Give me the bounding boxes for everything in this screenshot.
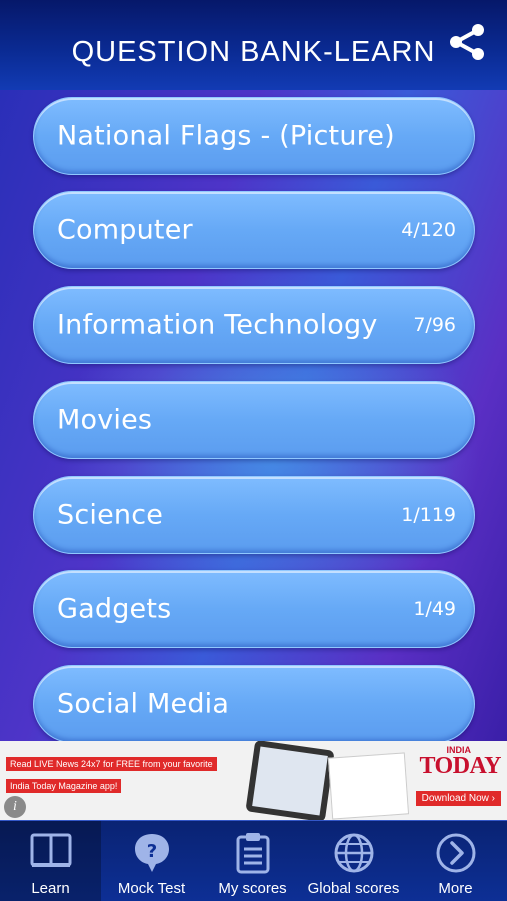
question-bubble-icon: ?	[134, 834, 169, 872]
ad-brand-logo: TODAY	[419, 753, 501, 779]
ad-text-line-2: India Today Magazine app!	[6, 779, 122, 793]
category-button-gadgets[interactable]: Gadgets 1/49	[33, 570, 475, 648]
tab-bar: Learn ? Mock Test My scores Global score…	[0, 820, 507, 901]
tab-more[interactable]: More	[404, 821, 507, 901]
tab-learn[interactable]: Learn	[0, 821, 101, 901]
app-header: QUESTION BANK-LEARN	[0, 0, 507, 91]
clipboard-icon	[236, 833, 269, 874]
ad-text-line-1: Read LIVE News 24x7 for FREE from your f…	[6, 757, 217, 771]
category-name: Gadgets	[57, 593, 172, 625]
tab-label: More	[438, 880, 473, 897]
tab-label: Mock Test	[117, 880, 186, 897]
category-progress: 7/96	[413, 314, 456, 336]
category-name: National Flags - (Picture)	[57, 120, 395, 152]
book-icon	[30, 833, 71, 867]
ad-magazine-image	[327, 752, 410, 820]
category-name: Information Technology	[57, 309, 378, 341]
globe-icon	[334, 833, 373, 873]
category-button-science[interactable]: Science 1/119	[33, 476, 475, 554]
category-progress: 4/120	[401, 219, 456, 241]
category-button-national-flags[interactable]: National Flags - (Picture)	[33, 97, 475, 175]
tab-label: Learn	[31, 880, 70, 897]
tab-label: Global scores	[307, 880, 400, 897]
category-progress: 1/49	[413, 598, 456, 620]
chevron-right-circle-icon	[436, 833, 475, 873]
page-title: QUESTION BANK-LEARN	[71, 36, 436, 68]
tab-my-scores[interactable]: My scores	[202, 821, 303, 901]
ad-banner[interactable]: Read LIVE News 24x7 for FREE from your f…	[0, 741, 507, 820]
svg-text:?: ?	[146, 841, 156, 862]
category-button-movies[interactable]: Movies	[33, 381, 475, 459]
category-button-social-media[interactable]: Social Media	[33, 665, 475, 741]
ad-download-button[interactable]: Download Now ›	[415, 791, 501, 806]
category-name: Movies	[57, 404, 153, 436]
tab-label: My scores	[218, 880, 287, 897]
category-name: Computer	[57, 214, 193, 246]
tab-global-scores[interactable]: Global scores	[303, 821, 404, 901]
share-icon[interactable]	[447, 22, 487, 62]
category-list: National Flags - (Picture) Computer 4/12…	[0, 90, 507, 741]
info-icon[interactable]: i	[4, 796, 26, 818]
category-button-computer[interactable]: Computer 4/120	[33, 191, 475, 269]
category-button-information-technology[interactable]: Information Technology 7/96	[33, 286, 475, 364]
category-name: Science	[57, 499, 164, 531]
tab-mock-test[interactable]: ? Mock Test	[101, 821, 202, 901]
category-progress: 1/119	[401, 504, 456, 526]
category-name: Social Media	[57, 688, 230, 720]
ad-tablet-image	[245, 741, 335, 820]
